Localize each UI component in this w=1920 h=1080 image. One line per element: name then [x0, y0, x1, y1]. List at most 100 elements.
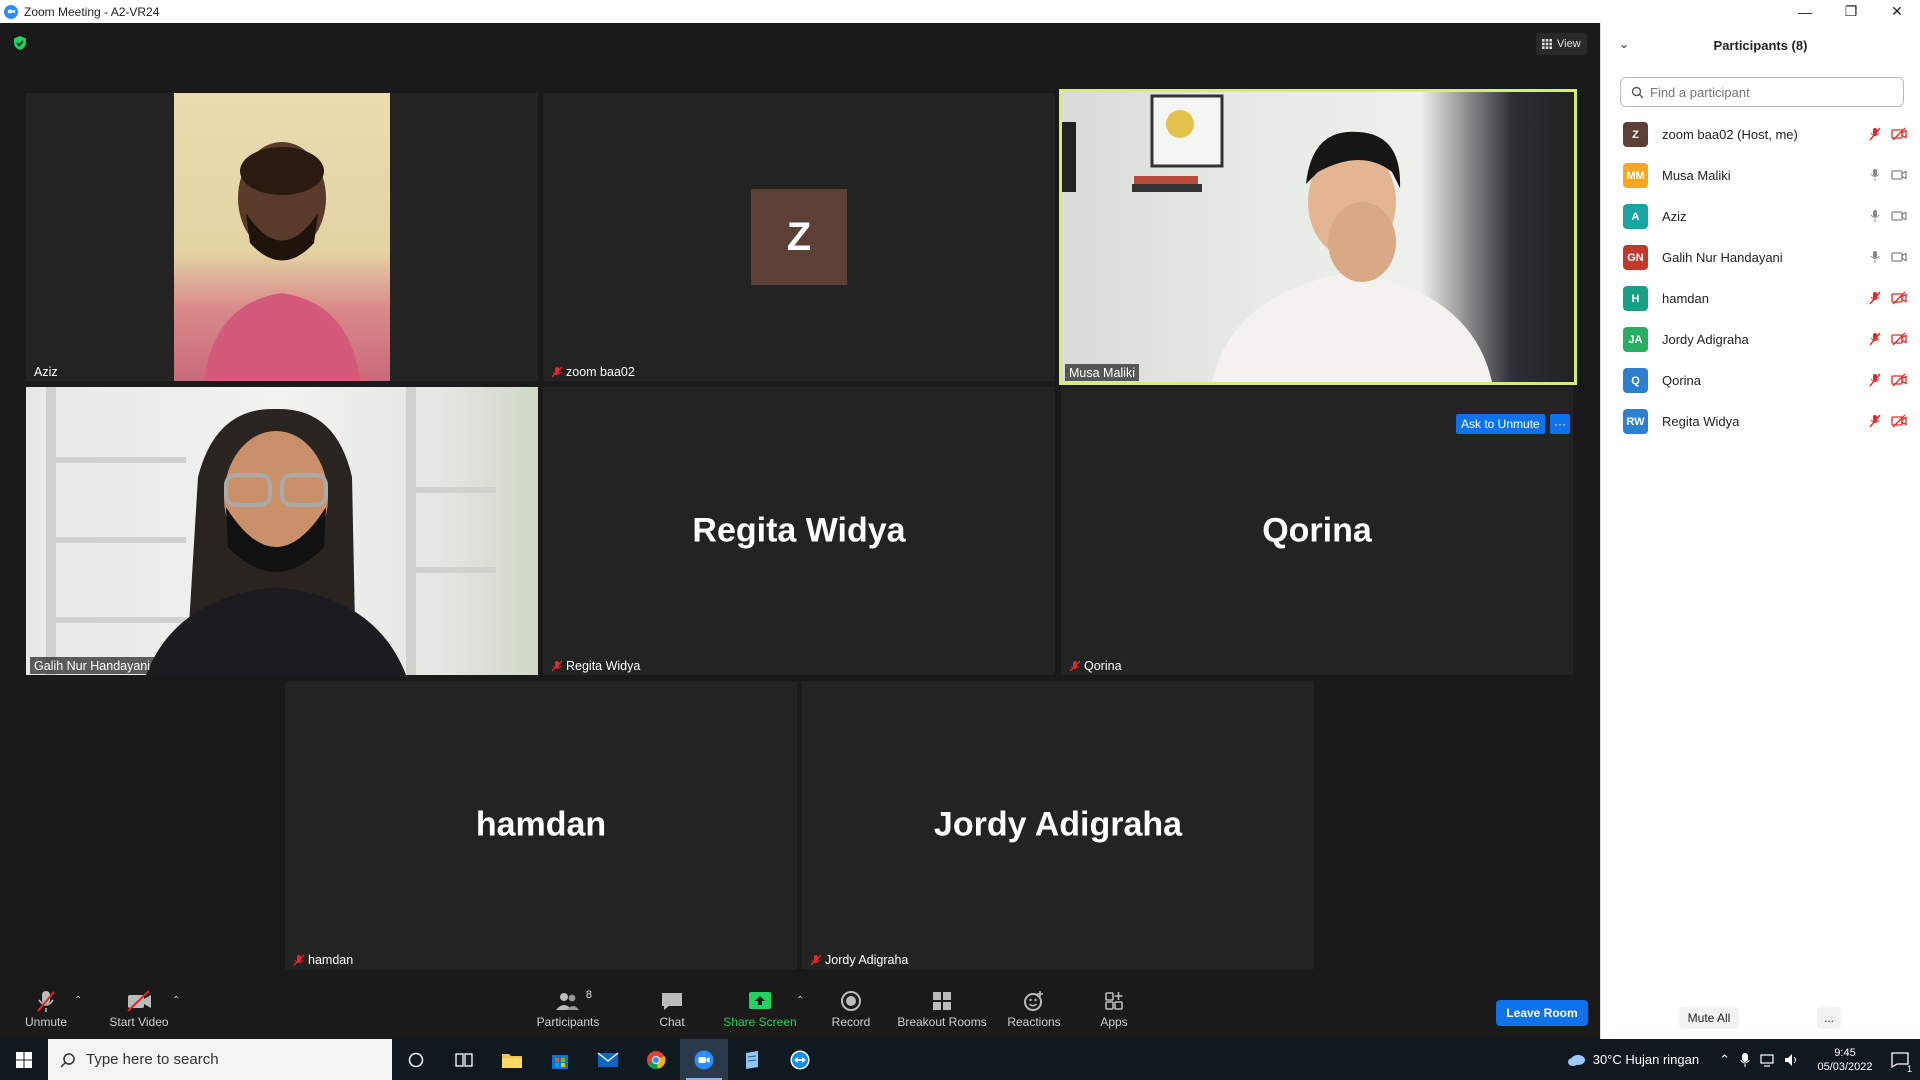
weather-text[interactable]: 30°C Hujan ringan [1593, 1052, 1699, 1067]
start-button[interactable] [0, 1039, 48, 1080]
participant-row[interactable]: MM Musa Maliki [1601, 155, 1920, 196]
video-tile-musa-maliki[interactable]: Musa Maliki [1059, 89, 1577, 385]
participant-row[interactable]: JA Jordy Adigraha [1601, 319, 1920, 360]
muted-mic-icon[interactable] [1867, 332, 1883, 346]
unmute-button[interactable]: Unmute [14, 979, 78, 1039]
taskbar-search-placeholder: Type here to search [86, 1051, 219, 1068]
apps-button[interactable]: Apps [1094, 979, 1134, 1039]
muted-mic-icon[interactable] [1867, 373, 1883, 387]
video-camera-icon[interactable] [1891, 209, 1907, 223]
nametag-galih-nur-handayani: Galih Nur Handayani [30, 657, 155, 674]
video-off-icon [127, 990, 151, 1012]
close-icon[interactable]: ✕ [1874, 0, 1920, 23]
mute-all-button[interactable]: Mute All [1679, 1007, 1739, 1029]
microphone-icon[interactable] [1740, 1052, 1750, 1068]
window-titlebar: Zoom Meeting - A2-VR24 — ❐ ✕ [0, 0, 1920, 23]
participant-row[interactable]: GN Galih Nur Handayani [1601, 237, 1920, 278]
video-off-icon[interactable] [1891, 127, 1907, 141]
muted-mic-icon[interactable] [1867, 291, 1883, 305]
microphone-icon[interactable] [1867, 250, 1883, 264]
video-tile-hamdan[interactable]: hamdan hamdan [285, 681, 797, 969]
chrome-app[interactable] [632, 1039, 680, 1080]
muted-mic-icon[interactable] [1867, 414, 1883, 428]
video-tile-regita-widya[interactable]: Regita Widya Regita Widya [543, 387, 1055, 675]
video-off-icon[interactable] [1891, 332, 1907, 346]
video-tile-galih-nur-handayani[interactable]: Galih Nur Handayani [26, 387, 538, 675]
participant-row[interactable]: A Aziz [1601, 196, 1920, 237]
video-options-caret[interactable]: ⌃ [172, 995, 180, 1006]
participant-video-galih [26, 387, 538, 675]
video-camera-icon[interactable] [1891, 250, 1907, 264]
ask-to-unmute-button[interactable]: Ask to Unmute [1456, 414, 1545, 434]
chat-button[interactable]: Chat [648, 979, 696, 1039]
participant-video-musa-maliki [1062, 92, 1574, 382]
participant-row[interactable]: Zzoom baa02 (Host, me) [1601, 114, 1920, 155]
share-screen-icon [749, 992, 771, 1009]
zoom-taskbar-app[interactable] [680, 1039, 728, 1080]
start-video-button[interactable]: Start Video [104, 979, 174, 1039]
participant-search-input[interactable] [1650, 84, 1890, 100]
microphone-icon[interactable] [1867, 209, 1883, 223]
chat-icon [662, 993, 682, 1010]
share-options-caret[interactable]: ⌃ [796, 995, 804, 1006]
video-tile-zoom-baa02[interactable]: Z zoom baa02 [543, 93, 1055, 381]
clock-time: 9:45 [1834, 1046, 1856, 1059]
teamviewer-app[interactable] [776, 1039, 824, 1080]
encryption-shield-icon[interactable] [12, 35, 28, 51]
view-button[interactable]: View [1536, 33, 1587, 55]
participant-avatar: GN [1623, 245, 1648, 270]
video-off-icon[interactable] [1891, 414, 1907, 428]
taskbar-search[interactable]: Type here to search [48, 1039, 392, 1080]
video-tile-jordy-adigraha[interactable]: Jordy Adigraha Jordy Adigraha [802, 681, 1314, 969]
task-view-button[interactable] [440, 1039, 488, 1080]
mail-icon [597, 1051, 619, 1067]
participant-name: Musa Maliki [1662, 168, 1731, 183]
participant-avatar: Q [1623, 368, 1648, 393]
video-off-icon[interactable] [1891, 373, 1907, 387]
video-camera-icon[interactable] [1891, 168, 1907, 182]
participant-search[interactable] [1620, 77, 1904, 107]
notification-center-button[interactable]: 1 [1880, 1039, 1920, 1080]
video-off-icon[interactable] [1891, 291, 1907, 305]
windows-logo-icon [16, 1051, 32, 1068]
cortana-button[interactable] [392, 1039, 440, 1080]
panel-more-button[interactable]: ... [1817, 1007, 1841, 1029]
nametag-jordy-adigraha: Jordy Adigraha [806, 951, 912, 968]
zoom-icon [694, 1050, 714, 1069]
video-tile-aziz[interactable]: Aziz [26, 93, 538, 381]
share-screen-button[interactable]: Share Screen [720, 979, 800, 1039]
taskbar-clock[interactable]: 9:45 05/03/2022 [1810, 1046, 1880, 1074]
participants-title: Participants (8) [1713, 38, 1808, 53]
nametag-hamdan: hamdan [289, 951, 357, 968]
tile-more-button[interactable]: ··· [1550, 414, 1570, 434]
breakout-rooms-button[interactable]: Breakout Rooms [896, 979, 988, 1039]
reactions-button[interactable]: Reactions [1004, 979, 1064, 1039]
nametag-musa-maliki: Musa Maliki [1065, 364, 1139, 381]
participant-row[interactable]: Q Qorina [1601, 360, 1920, 401]
participant-avatar: RW [1623, 409, 1648, 434]
leave-room-button[interactable]: Leave Room [1496, 1000, 1588, 1026]
window-title: Zoom Meeting - A2-VR24 [24, 4, 160, 19]
meeting-toolbar: Unmute ⌃ Start Video ⌃ 8 Participants Ch… [0, 979, 1600, 1039]
record-button[interactable]: Record [826, 979, 876, 1039]
microphone-icon[interactable] [1867, 168, 1883, 182]
muted-mic-icon[interactable] [1867, 127, 1883, 141]
network-icon[interactable] [1760, 1053, 1776, 1067]
audio-options-caret[interactable]: ⌃ [74, 995, 82, 1006]
big-name-hamdan: hamdan [475, 805, 607, 844]
store-app[interactable] [536, 1039, 584, 1080]
file-explorer-app[interactable] [488, 1039, 536, 1080]
notepad-icon [746, 1050, 758, 1069]
volume-icon[interactable] [1784, 1053, 1800, 1067]
tray-overflow-icon[interactable]: ⌃ [1719, 1052, 1730, 1068]
minimize-icon[interactable]: — [1782, 0, 1828, 23]
breakout-rooms-icon [933, 992, 951, 1010]
mail-app[interactable] [584, 1039, 632, 1080]
participant-row[interactable]: RW Regita Widya [1601, 401, 1920, 442]
notepad-app[interactable] [728, 1039, 776, 1080]
restore-icon[interactable]: ❐ [1828, 0, 1874, 23]
participant-row[interactable]: Hhamdan [1601, 278, 1920, 319]
collapse-chevron-icon[interactable]: ⌄ [1619, 37, 1629, 51]
participant-name: hamdan [1662, 291, 1709, 306]
participants-button[interactable]: 8 Participants [532, 979, 604, 1039]
